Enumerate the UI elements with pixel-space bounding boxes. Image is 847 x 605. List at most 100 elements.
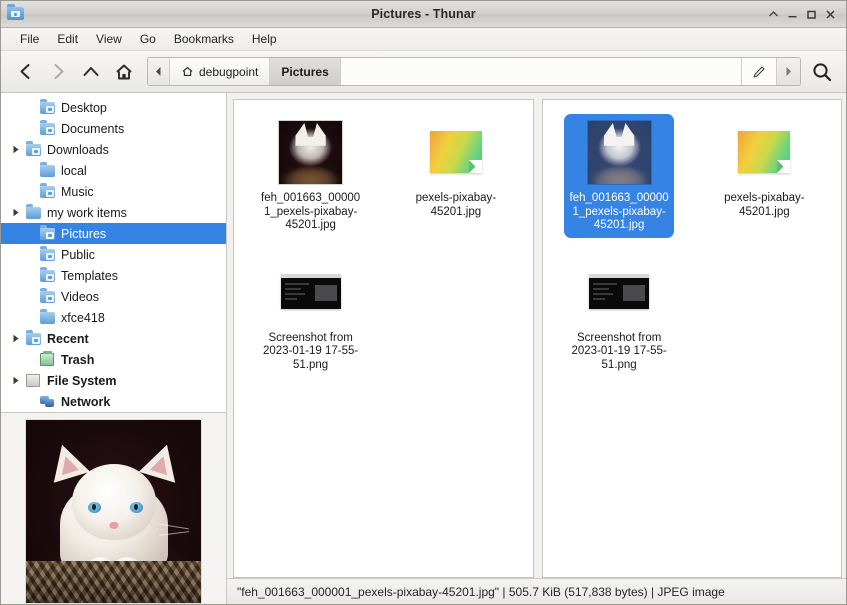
window-controls bbox=[765, 6, 846, 23]
menubar: File Edit View Go Bookmarks Help bbox=[1, 28, 846, 51]
gradient-image-thumbnail bbox=[430, 131, 482, 173]
maximize-icon[interactable] bbox=[803, 6, 820, 23]
folder-music-icon bbox=[40, 186, 55, 198]
sidebar-item-label: Pictures bbox=[57, 227, 106, 241]
sidebar-item-trash[interactable]: Trash bbox=[1, 349, 226, 370]
file-item[interactable]: pexels-pixabay-45201.jpg bbox=[383, 108, 528, 248]
edit-path-button[interactable] bbox=[742, 58, 777, 85]
expander-icon[interactable] bbox=[9, 208, 23, 217]
network-icon bbox=[40, 395, 55, 408]
pictures-folder-icon bbox=[5, 4, 27, 24]
file-name-label: Screenshot from 2023-01-19 17-55-51.png bbox=[259, 332, 363, 373]
menu-edit[interactable]: Edit bbox=[48, 30, 87, 48]
menu-view[interactable]: View bbox=[87, 30, 131, 48]
sidebar-tree: Desktop Documents Downloads local Music my wo… bbox=[1, 93, 226, 412]
folder-icon bbox=[26, 207, 41, 219]
thunar-window: Pictures - Thunar File Edit View Go Book… bbox=[0, 0, 847, 605]
sidebar-item-downloads[interactable]: Downloads bbox=[1, 139, 226, 160]
sidebar-item-documents[interactable]: Documents bbox=[1, 118, 226, 139]
expander-icon[interactable] bbox=[9, 334, 23, 343]
sidebar-item-label: Videos bbox=[57, 290, 99, 304]
sidebar-item-videos[interactable]: Videos bbox=[1, 286, 226, 307]
terminal-screenshot-thumbnail bbox=[589, 274, 649, 309]
sidebar-item-network[interactable]: Network bbox=[1, 391, 226, 412]
folder-templates-icon bbox=[40, 270, 55, 282]
sidebar-item-label: Desktop bbox=[57, 101, 107, 115]
trash-icon bbox=[40, 353, 54, 366]
sidebar-item-desktop[interactable]: Desktop bbox=[1, 97, 226, 118]
sidebar-item-music[interactable]: Music bbox=[1, 181, 226, 202]
breadcrumb-debugpoint[interactable]: debugpoint bbox=[170, 58, 270, 85]
gradient-image-thumbnail bbox=[738, 131, 790, 173]
minimize-icon[interactable] bbox=[784, 6, 801, 23]
sidebar-item-xfce418[interactable]: xfce418 bbox=[1, 307, 226, 328]
path-bar: debugpoint Pictures bbox=[147, 57, 801, 86]
sidebar-item-public[interactable]: Public bbox=[1, 244, 226, 265]
search-button[interactable] bbox=[806, 57, 838, 87]
file-name-label: feh_001663_000001_pexels-pixabay-45201.j… bbox=[259, 192, 363, 233]
folder-public-icon bbox=[40, 249, 55, 261]
panes-container: feh_001663_000001_pexels-pixabay-45201.j… bbox=[227, 93, 846, 604]
folder-icon bbox=[40, 165, 55, 177]
expander-icon[interactable] bbox=[9, 376, 23, 385]
folder-pictures-icon bbox=[40, 228, 55, 240]
home-icon bbox=[181, 65, 194, 78]
sidebar-item-label: my work items bbox=[43, 206, 127, 220]
menu-help[interactable]: Help bbox=[243, 30, 286, 48]
up-button[interactable] bbox=[75, 57, 107, 87]
sidebar-item-file-system[interactable]: File System bbox=[1, 370, 226, 391]
drive-icon bbox=[26, 374, 40, 387]
preview-pane bbox=[1, 412, 226, 604]
cat-photo-thumbnail bbox=[588, 121, 651, 184]
titlebar: Pictures - Thunar bbox=[1, 1, 846, 28]
file-item[interactable]: Screenshot from 2023-01-19 17-55-51.png bbox=[238, 248, 383, 388]
folder-documents-icon bbox=[40, 123, 55, 135]
pathbar-scroll-right[interactable] bbox=[777, 58, 800, 85]
sidebar-item-pictures[interactable]: Pictures bbox=[1, 223, 226, 244]
pathbar-empty-area[interactable] bbox=[341, 58, 742, 85]
file-name-label: pexels-pixabay-45201.jpg bbox=[404, 192, 508, 219]
close-icon[interactable] bbox=[822, 6, 839, 23]
sidebar-item-label: Documents bbox=[57, 122, 124, 136]
file-name-label: pexels-pixabay-45201.jpg bbox=[712, 192, 816, 219]
sidebar-item-local[interactable]: local bbox=[1, 160, 226, 181]
left-pane[interactable]: feh_001663_000001_pexels-pixabay-45201.j… bbox=[233, 99, 534, 578]
forward-button[interactable] bbox=[42, 57, 74, 87]
window-title: Pictures - Thunar bbox=[1, 7, 846, 21]
folder-desktop-icon bbox=[40, 102, 55, 114]
sidebar-item-label: File System bbox=[43, 374, 116, 388]
sidebar-item-my-work-items[interactable]: my work items bbox=[1, 202, 226, 223]
sidebar-item-label: Downloads bbox=[43, 143, 109, 157]
home-button[interactable] bbox=[108, 57, 140, 87]
sidebar-item-label: xfce418 bbox=[57, 311, 105, 325]
sidebar-item-recent[interactable]: Recent bbox=[1, 328, 226, 349]
back-button[interactable] bbox=[9, 57, 41, 87]
right-pane[interactable]: feh_001663_000001_pexels-pixabay-45201.j… bbox=[542, 99, 843, 578]
sidebar-item-label: Music bbox=[57, 185, 94, 199]
toolbar: debugpoint Pictures bbox=[1, 51, 846, 93]
shade-icon[interactable] bbox=[765, 6, 782, 23]
cat-photo-thumbnail bbox=[279, 121, 342, 184]
menu-go[interactable]: Go bbox=[131, 30, 165, 48]
kitten-preview-image bbox=[25, 419, 202, 604]
breadcrumb-label: Pictures bbox=[281, 65, 328, 79]
status-bar: "feh_001663_000001_pexels-pixabay-45201.… bbox=[227, 578, 846, 604]
file-name-label: Screenshot from 2023-01-19 17-55-51.png bbox=[567, 332, 671, 373]
expander-icon[interactable] bbox=[9, 145, 23, 154]
menu-bookmarks[interactable]: Bookmarks bbox=[165, 30, 243, 48]
sidebar-item-label: Recent bbox=[43, 332, 89, 346]
file-item[interactable]: Screenshot from 2023-01-19 17-55-51.png bbox=[547, 248, 692, 388]
pathbar-scroll-left[interactable] bbox=[148, 58, 170, 85]
breadcrumb-label: debugpoint bbox=[199, 65, 258, 79]
sidebar-item-templates[interactable]: Templates bbox=[1, 265, 226, 286]
status-text: "feh_001663_000001_pexels-pixabay-45201.… bbox=[237, 585, 725, 599]
main-body: Desktop Documents Downloads local Music my wo… bbox=[1, 93, 846, 604]
folder-recent-icon bbox=[26, 333, 41, 345]
file-item[interactable]: feh_001663_000001_pexels-pixabay-45201.j… bbox=[547, 108, 692, 248]
file-item[interactable]: pexels-pixabay-45201.jpg bbox=[692, 108, 837, 248]
menu-file[interactable]: File bbox=[11, 30, 48, 48]
sidebar: Desktop Documents Downloads local Music my wo… bbox=[1, 93, 227, 604]
sidebar-item-label: local bbox=[57, 164, 87, 178]
file-item[interactable]: feh_001663_000001_pexels-pixabay-45201.j… bbox=[238, 108, 383, 248]
breadcrumb-pictures[interactable]: Pictures bbox=[270, 58, 340, 85]
